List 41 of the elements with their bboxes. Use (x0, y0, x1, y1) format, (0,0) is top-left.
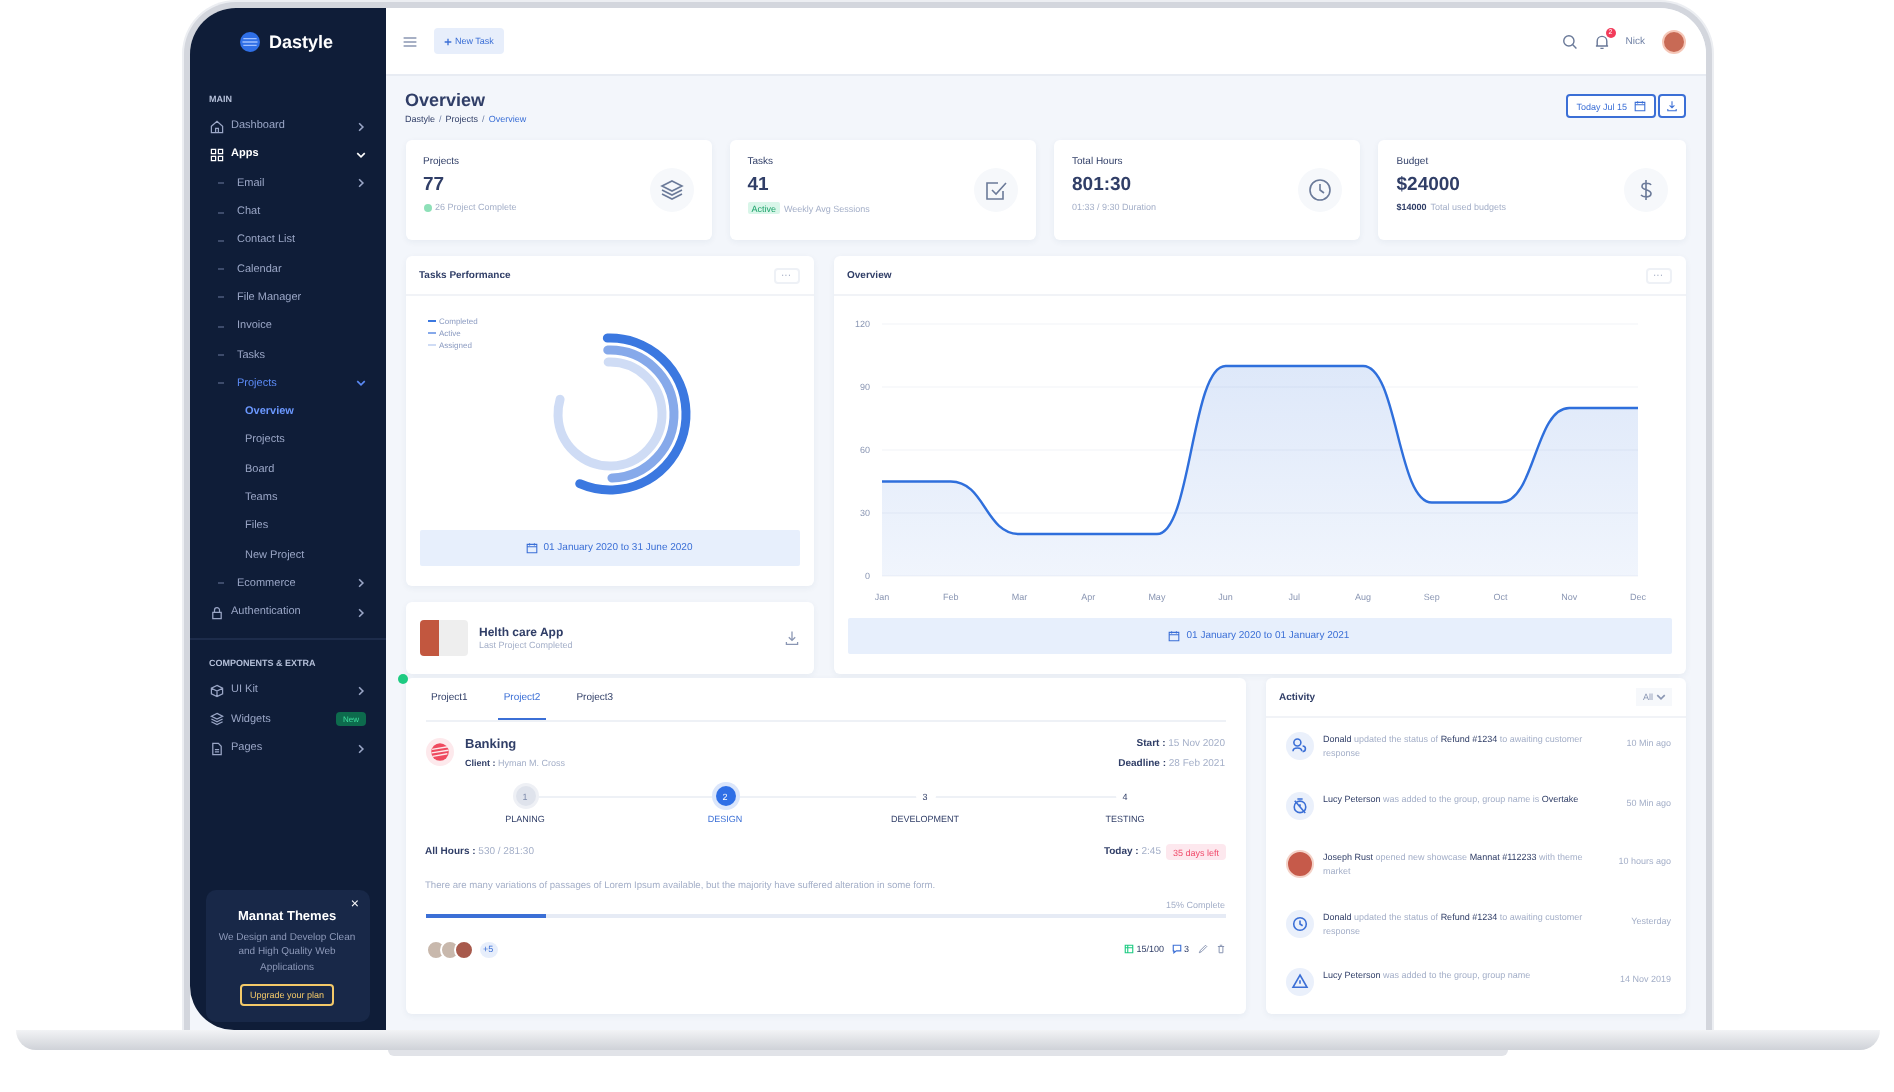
checkbox-icon (984, 178, 1008, 202)
brand-name: Dastyle (268, 32, 334, 52)
edit-icon[interactable] (1197, 944, 1207, 954)
calendar-icon (1633, 100, 1645, 112)
task-icon (1124, 944, 1135, 954)
clock-icon (1308, 178, 1333, 202)
download-icon[interactable] (783, 630, 799, 646)
stat-value: 801:30 (1072, 174, 1134, 196)
logo-icon (240, 32, 261, 52)
stat-value: $24000 (1396, 174, 1462, 196)
bell-icon[interactable] (1593, 33, 1610, 49)
document-icon (209, 741, 223, 756)
download-button[interactable] (1657, 94, 1685, 118)
calendar-icon (1168, 630, 1181, 642)
logo-icon (425, 738, 453, 766)
grid-icon (209, 147, 223, 162)
status-dot (397, 674, 407, 684)
warning-icon (1285, 968, 1313, 996)
comment-icon (1171, 944, 1182, 954)
clock-icon (1285, 909, 1313, 937)
users-icon (1285, 732, 1313, 760)
menu-icon[interactable] (401, 33, 417, 49)
stat-value: 41 (747, 174, 771, 196)
photo-placeholder (419, 620, 467, 656)
page-title: Overview (405, 90, 488, 110)
plus-icon (443, 37, 451, 45)
user-avatar[interactable] (1661, 29, 1685, 53)
user-avatar (1285, 850, 1313, 878)
timer-icon (1285, 791, 1313, 819)
trash-icon[interactable] (1215, 944, 1225, 954)
calendar-icon (525, 542, 538, 554)
layers-icon (659, 178, 684, 202)
download-icon (1665, 100, 1677, 112)
cube-icon (209, 683, 223, 698)
stack-icon (209, 712, 223, 727)
lock-icon (209, 605, 223, 620)
status-dot (423, 203, 431, 211)
home-icon (209, 119, 223, 134)
chevron-icon (1655, 692, 1665, 702)
stat-value: 77 (423, 174, 447, 196)
search-icon[interactable] (1561, 33, 1578, 49)
